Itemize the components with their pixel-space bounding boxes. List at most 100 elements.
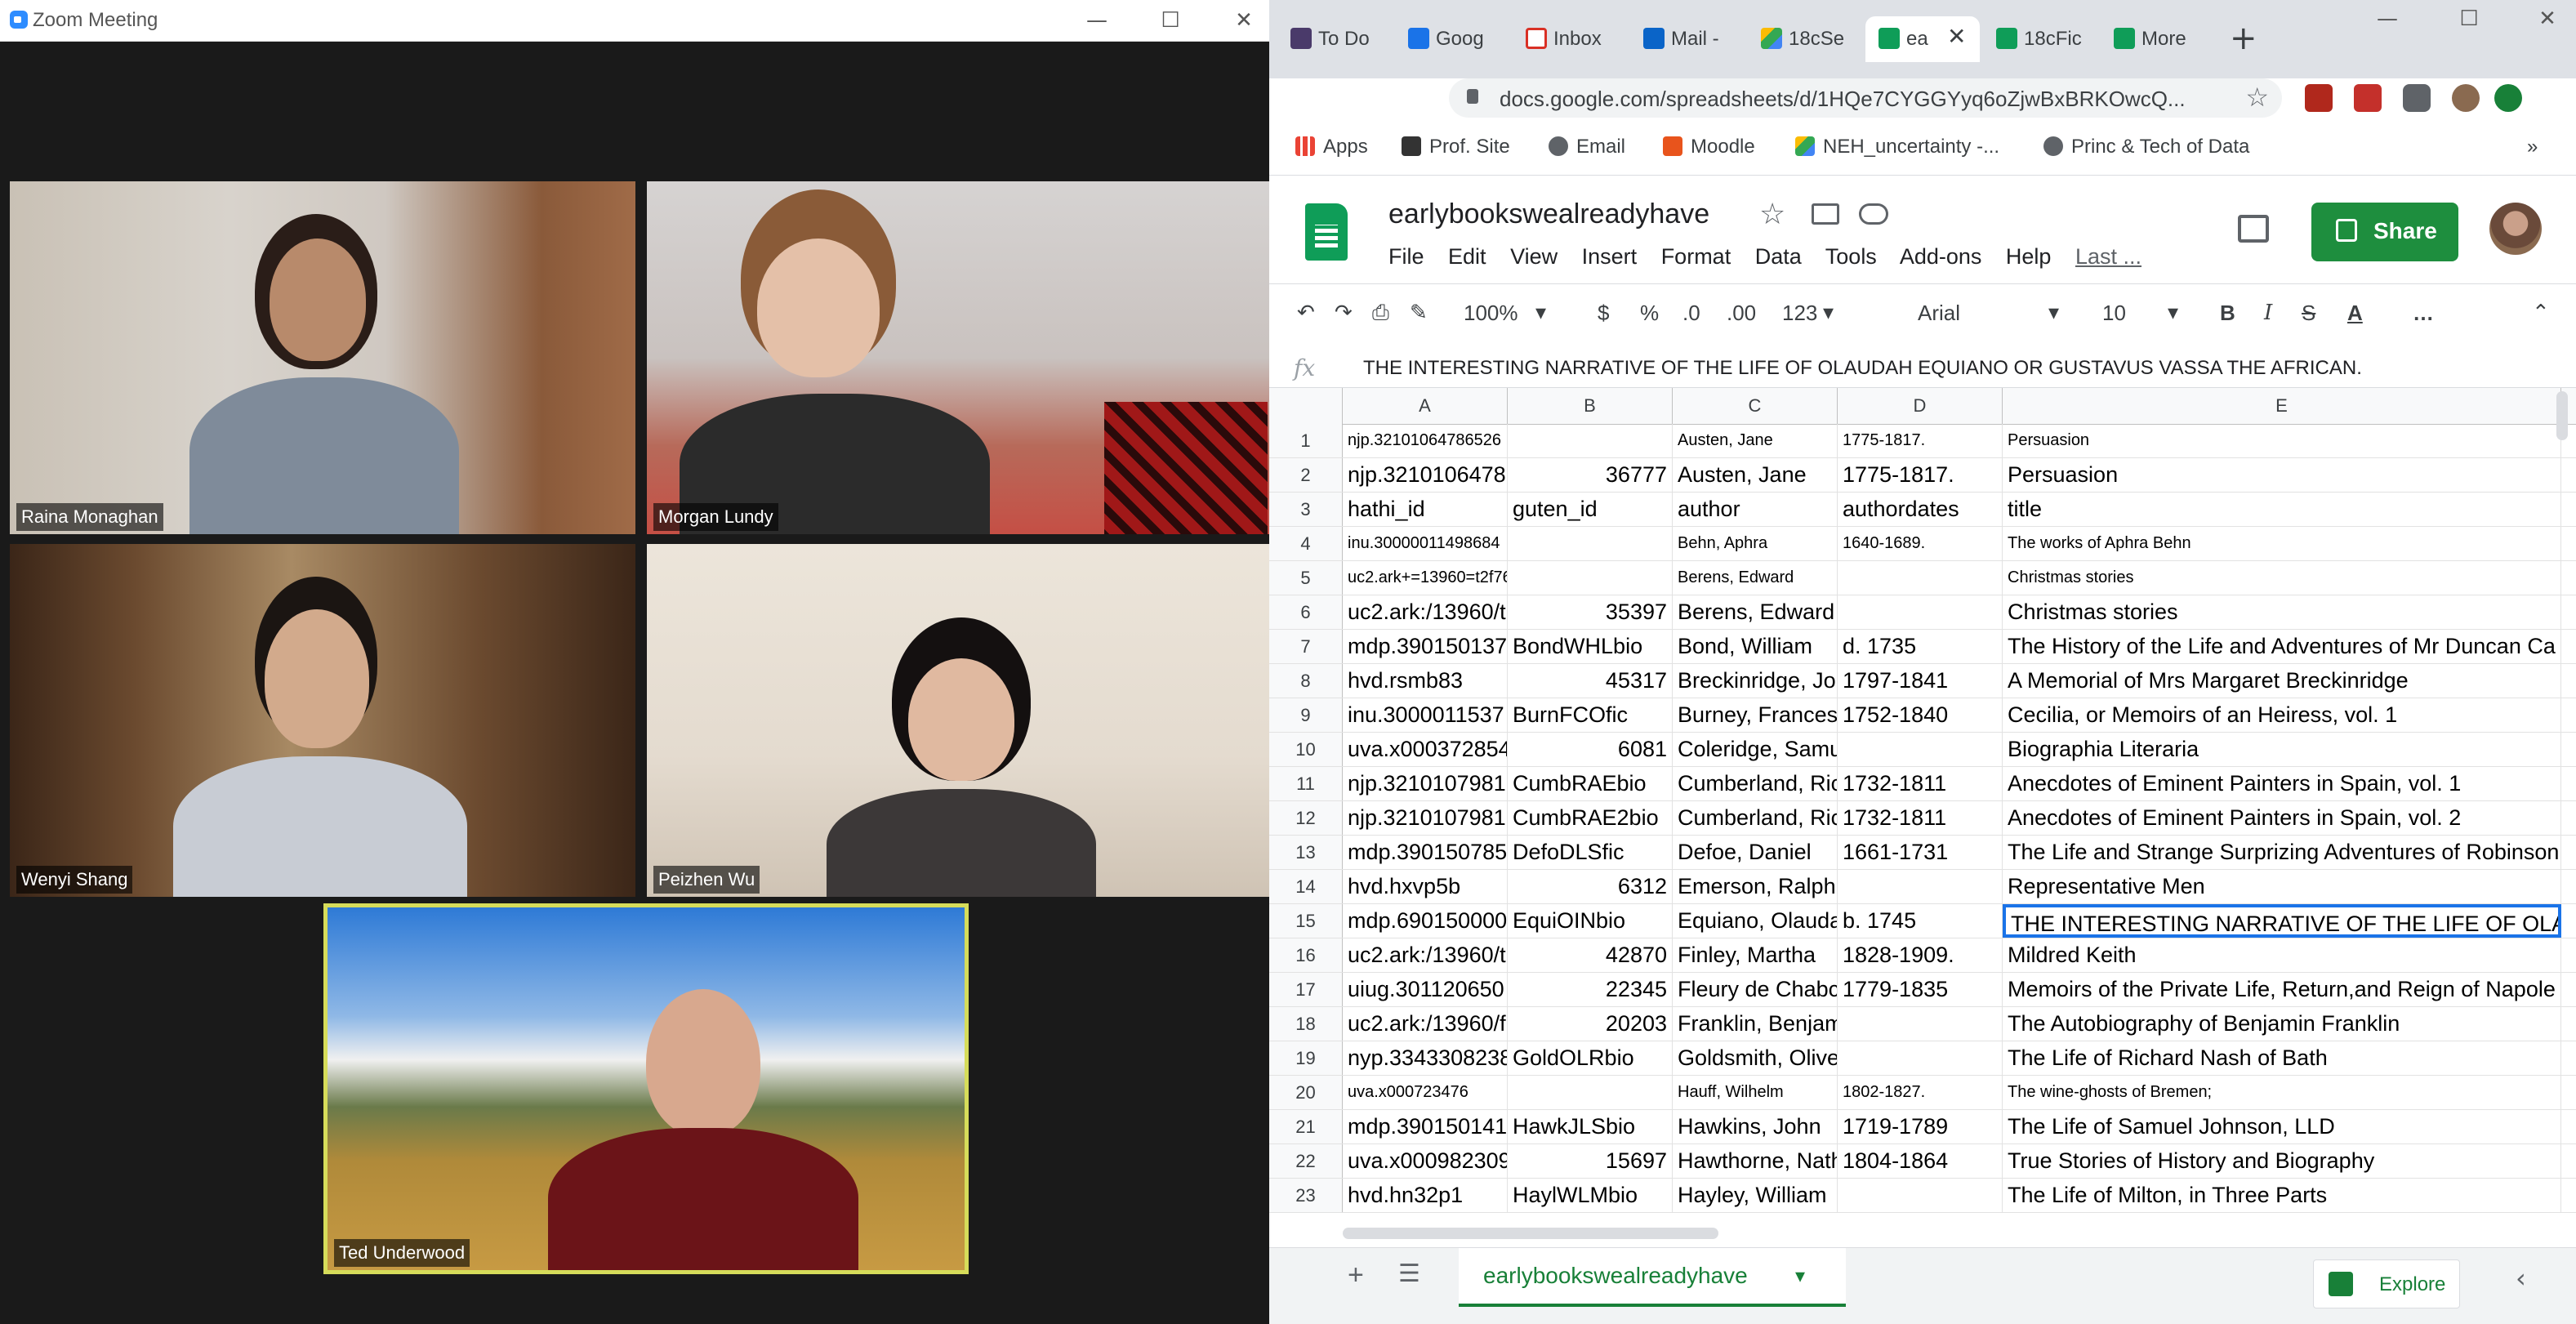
maximize-icon[interactable]: ☐	[1150, 5, 1191, 36]
row-header[interactable]: 6	[1269, 595, 1343, 629]
column-header[interactable]: E	[2003, 388, 2561, 424]
row-header[interactable]: 13	[1269, 836, 1343, 869]
selected-cell[interactable]: THE INTERESTING NARRATIVE OF THE LIFE OF…	[2003, 904, 2561, 938]
row-header[interactable]: 4	[1269, 527, 1343, 560]
table-cell[interactable]: GoldOLRbio	[1508, 1041, 1673, 1075]
star-icon[interactable]: ☆	[1759, 197, 1785, 231]
tab-close-icon[interactable]: ✕	[1947, 23, 1966, 50]
table-cell[interactable]: 1775-1817.	[1838, 424, 2003, 457]
sheets-logo-icon[interactable]	[1305, 203, 1348, 261]
table-cell[interactable]: Persuasion	[2003, 458, 2561, 492]
update-icon[interactable]	[2494, 84, 2522, 112]
row-header[interactable]: 17	[1269, 973, 1343, 1006]
menu-data[interactable]: Data	[1755, 244, 1802, 269]
browser-tab[interactable]: Goog	[1395, 16, 1509, 62]
pdf-extension-icon[interactable]	[2305, 84, 2333, 112]
table-cell[interactable]: BurnFCOfic	[1508, 698, 1673, 732]
table-cell[interactable]: Memoirs of the Private Life, Return,and …	[2003, 973, 2561, 1006]
minimize-icon[interactable]: —	[1076, 5, 1117, 36]
table-cell[interactable]: b. 1745	[1838, 904, 2003, 938]
table-cell[interactable]	[1838, 561, 2003, 595]
menu-format[interactable]: Format	[1661, 244, 1731, 269]
table-cell[interactable]: Hawthorne, Nath	[1673, 1144, 1838, 1178]
table-cell[interactable]	[1838, 1007, 2003, 1041]
table-cell[interactable]: 1797-1841	[1838, 664, 2003, 698]
text-color-icon[interactable]: A	[2347, 301, 2363, 326]
spreadsheet-grid[interactable]: A B C D E 1 njp.32101064786526 Austen, Jan…	[1269, 388, 2576, 1219]
new-tab-icon[interactable]: +	[2230, 20, 2257, 57]
table-cell[interactable]: 22345	[1508, 973, 1673, 1006]
table-cell[interactable]: 1775-1817.	[1838, 458, 2003, 492]
row-header[interactable]: 7	[1269, 630, 1343, 663]
more-options-icon[interactable]: …	[2413, 301, 2434, 326]
font-size-select[interactable]: 10	[2102, 301, 2126, 326]
column-header[interactable]: B	[1508, 388, 1673, 424]
comment-history-icon[interactable]	[2238, 215, 2269, 243]
table-cell[interactable]: 6081	[1508, 733, 1673, 766]
video-tile[interactable]: Morgan Lundy	[647, 181, 1269, 534]
browser-maximize-icon[interactable]: ☐	[2449, 3, 2489, 34]
sheet-tab-active[interactable]: earlybookswealreadyhave ▾	[1459, 1248, 1846, 1307]
table-cell[interactable]: The Life of Samuel Johnson, LLD	[2003, 1110, 2561, 1143]
menu-addons[interactable]: Add-ons	[1900, 244, 1982, 269]
table-cell[interactable]: HaylWLMbio	[1508, 1179, 1673, 1212]
table-cell[interactable]: Defoe, Daniel	[1673, 836, 1838, 869]
table-cell[interactable]: uva.x000723476	[1343, 1076, 1508, 1109]
table-cell[interactable]: Anecdotes of Eminent Painters in Spain, …	[2003, 801, 2561, 835]
bookmark-prof-site[interactable]: Prof. Site	[1402, 136, 1510, 158]
bookmark-email[interactable]: Email	[1549, 136, 1625, 158]
table-cell[interactable]: The History of the Life and Adventures o…	[2003, 630, 2561, 663]
video-tile[interactable]: Raina Monaghan	[10, 181, 635, 534]
table-cell[interactable]: njp.32101064786526	[1343, 424, 1508, 457]
last-edit-link[interactable]: Last ...	[2075, 244, 2141, 269]
menu-view[interactable]: View	[1510, 244, 1558, 269]
bookmark-princ-tech[interactable]: Princ & Tech of Data	[2043, 136, 2249, 158]
table-cell[interactable]: Cumberland, Ric	[1673, 801, 1838, 835]
table-cell[interactable]: Representative Men	[2003, 870, 2561, 903]
table-cell[interactable]: inu.30000011498684	[1343, 527, 1508, 560]
table-cell[interactable]	[1838, 870, 2003, 903]
table-cell[interactable]: EquiOINbio	[1508, 904, 1673, 938]
table-cell[interactable]: DefoDLSfic	[1508, 836, 1673, 869]
table-cell[interactable]: Persuasion	[2003, 424, 2561, 457]
row-header[interactable]: 10	[1269, 733, 1343, 766]
document-title[interactable]: earlybookswealreadyhave	[1388, 198, 1709, 230]
table-cell[interactable]: The Life of Milton, in Three Parts	[2003, 1179, 2561, 1212]
percent-format-button[interactable]: %	[1640, 301, 1659, 326]
table-cell[interactable]: CumbRAE2bio	[1508, 801, 1673, 835]
table-cell[interactable]: The Life and Strange Surprizing Adventur…	[2003, 836, 2561, 869]
decrease-decimal-button[interactable]: .0	[1682, 301, 1700, 326]
table-cell[interactable]: Anecdotes of Eminent Painters in Spain, …	[2003, 767, 2561, 800]
table-cell[interactable]: mdp.390150785	[1343, 836, 1508, 869]
row-header[interactable]: 15	[1269, 904, 1343, 938]
table-cell[interactable]: Austen, Jane	[1673, 424, 1838, 457]
browser-tab-active[interactable]: ea ✕	[1865, 16, 1980, 62]
menu-insert[interactable]: Insert	[1582, 244, 1638, 269]
row-header[interactable]: 21	[1269, 1110, 1343, 1143]
account-avatar[interactable]	[2489, 203, 2542, 255]
table-cell[interactable]	[1838, 1179, 2003, 1212]
table-cell[interactable]: Fleury de Chabc	[1673, 973, 1838, 1006]
table-cell[interactable]: guten_id	[1508, 493, 1673, 526]
table-cell[interactable]: hvd.rsmb83	[1343, 664, 1508, 698]
side-panel-toggle-icon[interactable]: ‹	[2516, 1263, 2526, 1294]
table-cell[interactable]: uva.x000372854	[1343, 733, 1508, 766]
formula-bar[interactable]: fx THE INTERESTING NARRATIVE OF THE LIFE…	[1269, 350, 2576, 388]
table-cell[interactable]: True Stories of History and Biography	[2003, 1144, 2561, 1178]
all-sheets-icon[interactable]: ☰	[1398, 1259, 1420, 1288]
zoom-select[interactable]: 100%	[1464, 301, 1518, 326]
table-cell[interactable]: The wine-ghosts of Bremen;	[2003, 1076, 2561, 1109]
bookmark-moodle[interactable]: Moodle	[1663, 136, 1755, 158]
table-cell[interactable]: mdp.690150000	[1343, 904, 1508, 938]
table-cell[interactable]: uc2.ark:/13960/f	[1343, 1007, 1508, 1041]
row-header[interactable]: 22	[1269, 1144, 1343, 1178]
row-header[interactable]: 23	[1269, 1179, 1343, 1212]
table-cell[interactable]: The works of Aphra Behn	[2003, 527, 2561, 560]
acrobat-extension-icon[interactable]	[2354, 84, 2382, 112]
bookmarks-more-icon[interactable]: »	[2527, 136, 2538, 158]
table-cell[interactable]	[1838, 595, 2003, 629]
collapse-toolbar-icon[interactable]: ⌃	[2532, 301, 2550, 325]
column-header[interactable]: A	[1343, 388, 1508, 424]
active-speaker-tile[interactable]: Ted Underwood	[323, 903, 969, 1274]
share-button[interactable]: Share	[2311, 203, 2458, 261]
